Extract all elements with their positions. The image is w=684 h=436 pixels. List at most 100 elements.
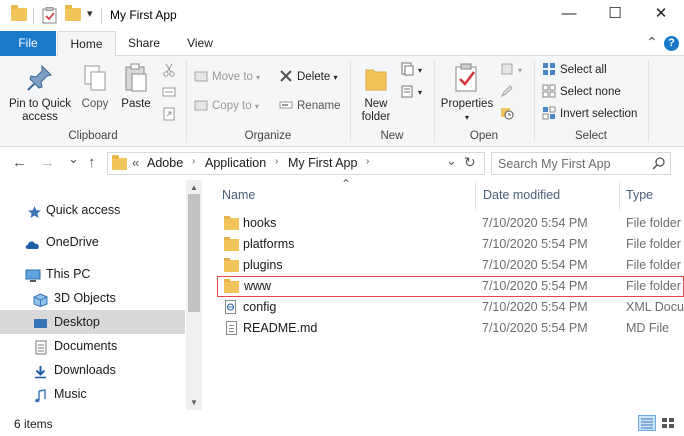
new-folder-label-line2: folder <box>361 111 391 123</box>
nav-item-onedrive[interactable]: OneDrive <box>0 230 185 254</box>
paste-button[interactable]: Paste <box>116 60 156 111</box>
cut-button[interactable] <box>162 61 180 81</box>
computer-icon <box>25 267 41 282</box>
details-view-button[interactable] <box>638 415 656 431</box>
file-row-platforms[interactable]: platforms 7/10/2020 5:54 PM File folder <box>217 234 684 255</box>
tab-home[interactable]: Home <box>57 31 116 57</box>
back-button[interactable]: ← <box>12 154 27 171</box>
properties-dropdown-icon[interactable]: ▾ <box>438 111 496 124</box>
large-icons-view-button[interactable] <box>659 415 677 431</box>
properties-icon <box>451 62 483 94</box>
open-button[interactable]: ▾ <box>500 60 522 80</box>
quick-access-dropdown[interactable]: ▾ <box>87 7 93 20</box>
forward-button[interactable]: → <box>40 154 55 171</box>
new-item-button[interactable]: ▾ <box>400 60 422 80</box>
music-icon <box>34 387 49 403</box>
move-to-button[interactable]: Move to ▾ <box>194 67 260 87</box>
select-none-icon <box>542 84 556 98</box>
breadcrumb-separator[interactable]: › <box>192 156 195 167</box>
pin-icon <box>24 62 56 94</box>
properties-quick-icon[interactable] <box>42 7 58 27</box>
column-divider[interactable] <box>619 182 620 210</box>
help-icon[interactable]: ? <box>664 36 679 51</box>
folder-icon <box>224 279 239 293</box>
new-item-icon <box>400 62 414 76</box>
recent-locations-button[interactable]: ⌄ <box>68 151 79 167</box>
ribbon: Pin to Quick access Copy Paste Clipboard… <box>0 56 684 147</box>
pin-to-quick-access-button[interactable]: Pin to Quick access <box>4 60 76 124</box>
file-name: platforms <box>243 237 295 251</box>
history-button[interactable] <box>500 104 518 124</box>
sort-ascending-icon: ⌃ <box>341 177 352 191</box>
address-dropdown-icon[interactable]: ⌄ <box>446 153 457 169</box>
nav-item-music[interactable]: Music <box>0 382 185 406</box>
up-button[interactable]: ↑ <box>88 154 96 171</box>
rename-button[interactable]: Rename <box>279 96 340 116</box>
column-divider[interactable] <box>475 182 476 210</box>
nav-item-3d-objects[interactable]: 3D Objects <box>0 286 185 310</box>
file-row-hooks[interactable]: hooks 7/10/2020 5:54 PM File folder <box>217 213 684 234</box>
nav-item-label: This PC <box>46 267 91 281</box>
nav-item-quick-access[interactable]: Quick access <box>0 198 185 222</box>
group-separator <box>648 60 649 142</box>
edit-button[interactable] <box>500 82 518 102</box>
nav-item-downloads[interactable]: Downloads <box>0 358 185 382</box>
file-row-config[interactable]: config 7/10/2020 5:54 PM XML Docu <box>217 297 684 318</box>
minimize-button[interactable]: — <box>546 0 592 30</box>
select-all-button[interactable]: Select all <box>542 60 607 80</box>
select-all-icon <box>542 62 556 76</box>
file-row-plugins[interactable]: plugins 7/10/2020 5:54 PM File folder <box>217 255 684 276</box>
breadcrumb-my-first-app[interactable]: My First App <box>288 156 357 170</box>
clipboard-group-label: Clipboard <box>68 130 118 142</box>
maximize-button[interactable]: ☐ <box>592 0 638 30</box>
close-button[interactable]: ✕ <box>638 0 684 30</box>
properties-button[interactable]: Properties ▾ <box>438 60 496 124</box>
nav-item-documents[interactable]: Documents <box>0 334 185 358</box>
nav-item-label: Downloads <box>54 363 116 377</box>
search-box[interactable] <box>491 152 671 175</box>
column-header-name[interactable]: Name <box>222 188 255 202</box>
invert-selection-icon <box>542 106 556 120</box>
desktop-icon <box>33 315 48 329</box>
tab-file[interactable]: File <box>0 31 56 56</box>
folder-location-icon <box>112 155 127 170</box>
collapse-ribbon-icon[interactable]: ⌃ <box>646 34 658 51</box>
scroll-down-arrow[interactable]: ▼ <box>190 398 198 407</box>
refresh-icon[interactable]: ↻ <box>464 154 476 171</box>
breadcrumb-adobe[interactable]: Adobe <box>147 156 183 170</box>
nav-item-this-pc[interactable]: This PC <box>0 262 185 286</box>
select-all-label: Select all <box>560 64 607 76</box>
tab-view[interactable]: View <box>174 31 226 56</box>
copy-button[interactable]: Copy <box>76 60 114 111</box>
copy-path-button[interactable] <box>162 83 180 103</box>
column-header-type[interactable]: Type <box>626 188 653 202</box>
easy-access-button[interactable]: ▾ <box>400 82 422 102</box>
new-folder-button[interactable]: New folder <box>354 60 398 124</box>
documents-icon <box>35 339 50 355</box>
magnifier-icon[interactable] <box>652 156 666 173</box>
new-folder-quick-icon[interactable] <box>65 5 81 21</box>
paste-shortcut-icon <box>162 107 176 121</box>
scroll-thumb[interactable] <box>188 194 200 312</box>
breadcrumb-separator[interactable]: › <box>366 156 369 167</box>
search-input[interactable] <box>498 155 648 172</box>
tab-share[interactable]: Share <box>118 31 170 56</box>
invert-selection-button[interactable]: Invert selection <box>542 104 637 124</box>
nav-pane-scrollbar[interactable]: ▲ ▼ <box>186 180 202 410</box>
nav-item-desktop[interactable]: Desktop <box>0 310 185 334</box>
column-header-date[interactable]: Date modified <box>483 188 560 202</box>
ribbon-tab-bar: File Home Share View ⌃ ? <box>0 31 684 57</box>
breadcrumb-overflow[interactable]: « <box>132 155 139 170</box>
scroll-up-arrow[interactable]: ▲ <box>190 183 198 192</box>
select-none-button[interactable]: Select none <box>542 82 621 102</box>
breadcrumb-application[interactable]: Application <box>205 156 266 170</box>
file-name: hooks <box>243 216 277 230</box>
file-row-readme[interactable]: README.md 7/10/2020 5:54 PM MD File <box>217 318 684 339</box>
address-bar[interactable]: « Adobe › Application › My First App › ⌄… <box>107 152 485 175</box>
copy-to-button[interactable]: Copy to ▾ <box>194 96 259 116</box>
delete-button[interactable]: Delete ▾ <box>279 67 337 87</box>
paste-shortcut-button[interactable] <box>162 105 180 125</box>
file-row-www[interactable]: www 7/10/2020 5:54 PM File folder <box>217 276 684 297</box>
breadcrumb-separator[interactable]: › <box>275 156 278 167</box>
nav-item-label: OneDrive <box>46 235 99 249</box>
